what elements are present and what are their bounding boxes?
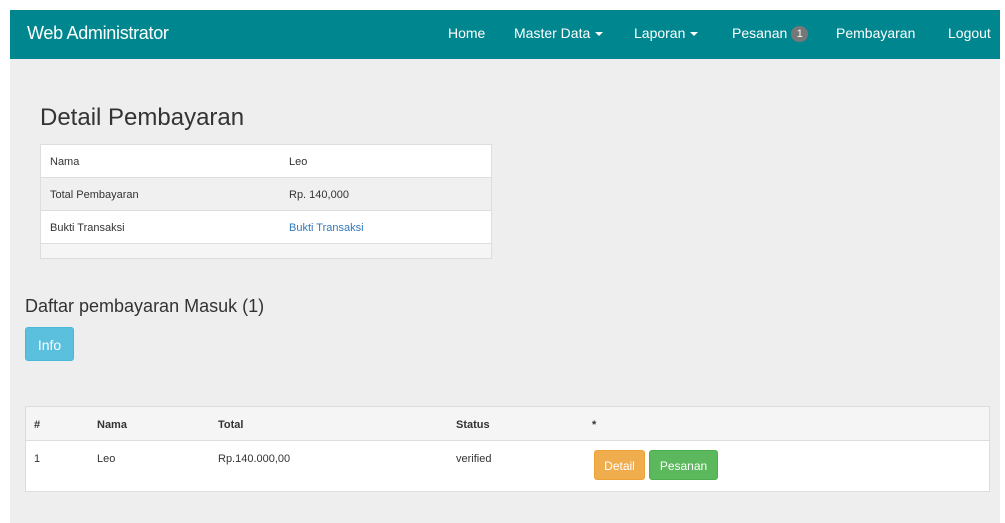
table-row: 1 Leo Rp.140.000,00 verified Detail Pesa… <box>26 441 989 491</box>
info-button[interactable]: Info <box>25 327 74 361</box>
caret-down-icon <box>595 32 604 37</box>
detail-label: Total Pembayaran <box>50 189 139 201</box>
nav-laporan[interactable]: Laporan <box>634 25 699 41</box>
nav-master-data[interactable]: Master Data <box>514 25 604 41</box>
nav-pesanan-label: Pesanan <box>732 25 788 41</box>
top-navbar: Web Administrator Home Master Data Lapor… <box>10 10 1000 59</box>
detail-title: Detail Pembayaran <box>40 104 245 131</box>
detail-row-bukti: Bukti Transaksi Bukti Transaksi <box>41 211 491 244</box>
nav-home[interactable]: Home <box>448 25 485 41</box>
brand-link[interactable]: Web Administrator <box>27 23 169 44</box>
header-status: Status <box>456 419 490 431</box>
detail-row-nama: Nama Leo <box>41 145 491 178</box>
table-header: # Nama Total Status * <box>26 407 989 441</box>
caret-down-icon <box>690 32 699 37</box>
header-nama: Nama <box>97 419 127 431</box>
header-no: # <box>34 419 41 431</box>
page-background: Web Administrator Home Master Data Lapor… <box>10 10 1000 523</box>
detail-value: Leo <box>289 156 308 168</box>
nav-logout[interactable]: Logout <box>948 25 991 41</box>
bukti-transaksi-link[interactable]: Bukti Transaksi <box>289 222 364 234</box>
nav-master-data-label: Master Data <box>514 25 591 41</box>
detail-row-total: Total Pembayaran Rp. 140,000 <box>41 178 491 211</box>
nav-pembayaran[interactable]: Pembayaran <box>836 25 915 41</box>
payment-table: # Nama Total Status * 1 Leo Rp.140.000,0… <box>25 406 990 492</box>
detail-value: Rp. 140,000 <box>289 189 349 201</box>
header-total: Total <box>218 419 244 431</box>
section-title: Daftar pembayaran Masuk (1) <box>25 296 265 316</box>
detail-table: Nama Leo Total Pembayaran Rp. 140,000 Bu… <box>40 144 492 259</box>
detail-button[interactable]: Detail <box>594 450 645 480</box>
nav-pesanan[interactable]: Pesanan 1 <box>732 25 809 42</box>
pesanan-count-badge: 1 <box>791 26 809 42</box>
detail-label: Bukti Transaksi <box>50 222 125 234</box>
row-total: Rp.140.000,00 <box>218 453 291 465</box>
pesanan-button[interactable]: Pesanan <box>649 450 718 480</box>
row-no: 1 <box>34 453 41 465</box>
header-action: * <box>592 419 597 431</box>
row-status: verified <box>456 453 492 465</box>
detail-label: Nama <box>50 156 80 168</box>
nav-laporan-label: Laporan <box>634 25 686 41</box>
row-nama: Leo <box>97 453 116 465</box>
